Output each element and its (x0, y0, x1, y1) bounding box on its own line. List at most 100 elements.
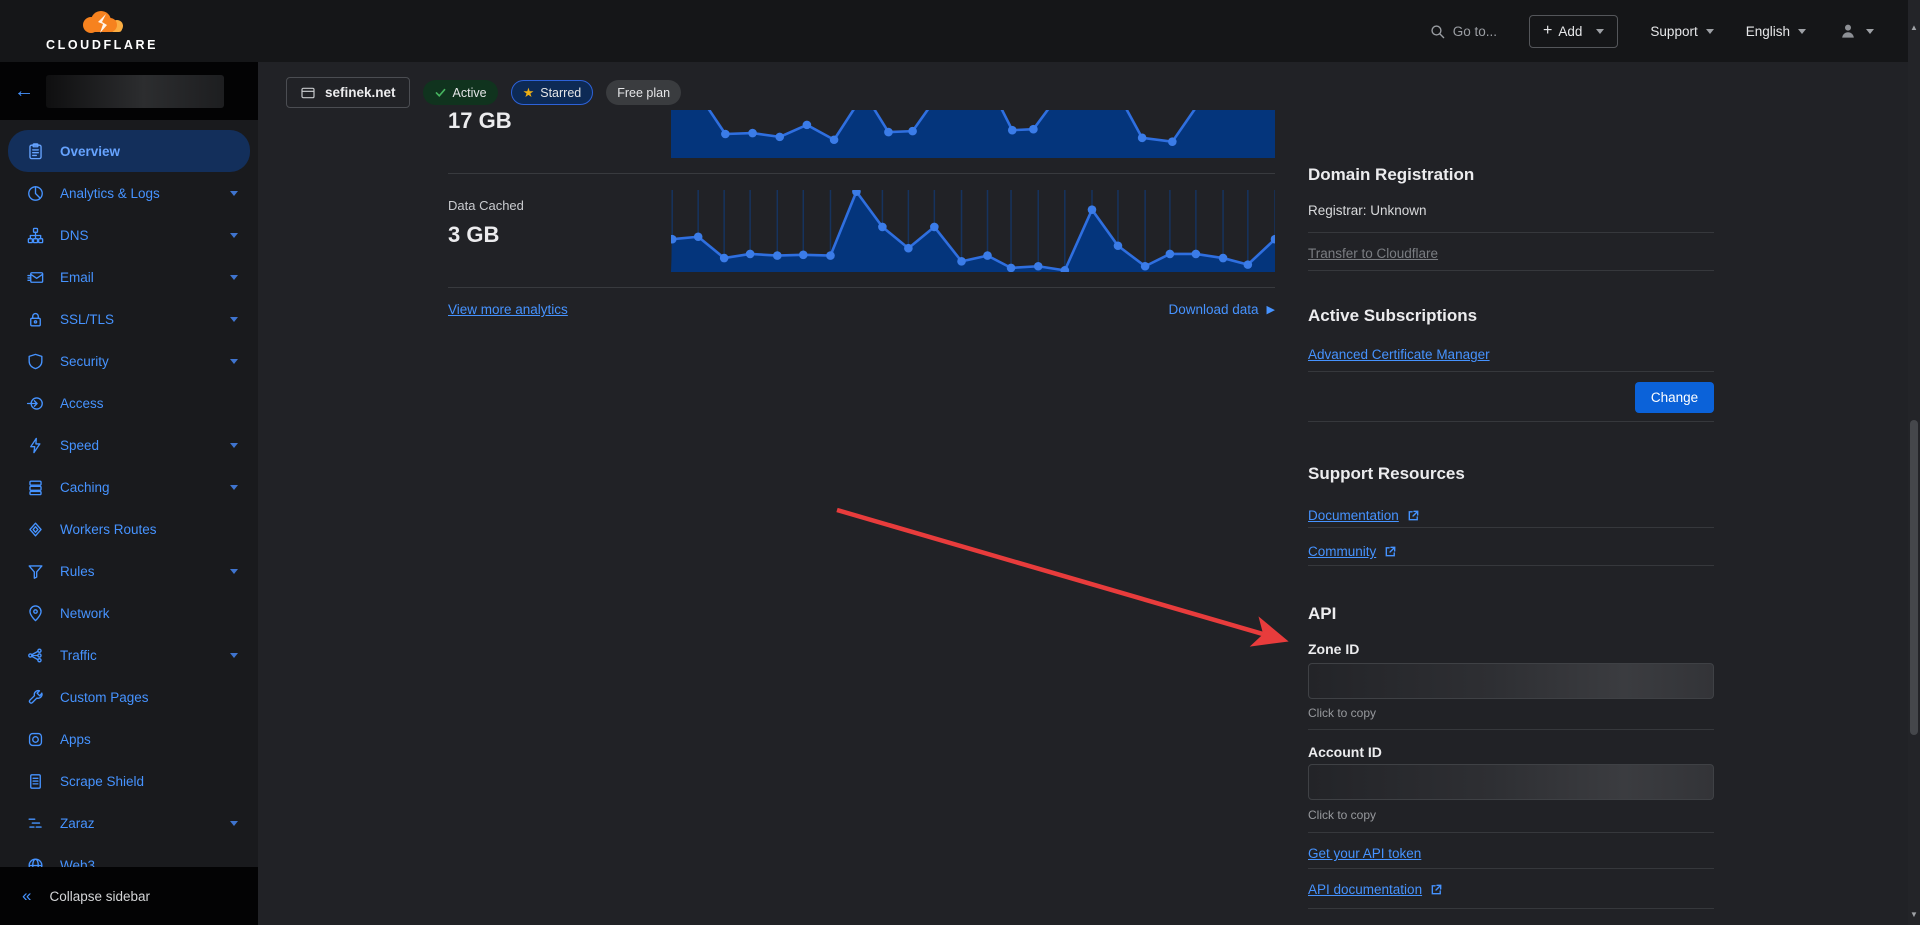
language-menu[interactable]: English (1746, 24, 1806, 39)
user-icon (1838, 21, 1858, 41)
download-data-link[interactable]: Download data ▶ (1168, 302, 1275, 317)
collapse-label: Collapse sidebar (49, 889, 150, 904)
chevron-down-icon (230, 653, 238, 658)
scroll-up-arrow[interactable]: ▲ (1908, 24, 1920, 32)
sidebar-item-access[interactable]: Access (0, 382, 258, 424)
sidebar-item-label: Zaraz (60, 816, 95, 831)
chevron-down-icon (1866, 29, 1874, 34)
apps-icon (26, 730, 45, 749)
sidebar-item-email[interactable]: Email (0, 256, 258, 298)
collapse-chevrons-icon: « (22, 886, 31, 906)
support-menu[interactable]: Support (1650, 24, 1713, 39)
zone-id-value-redacted[interactable] (1308, 663, 1714, 699)
chevron-down-icon (230, 821, 238, 826)
starred-badge[interactable]: ★ Starred (511, 80, 594, 105)
chevron-down-icon (1706, 29, 1714, 34)
sidebar-item-network[interactable]: Network (0, 592, 258, 634)
sidebar-item-analytics-logs[interactable]: Analytics & Logs (0, 172, 258, 214)
sidebar-item-label: Workers Routes (60, 522, 157, 537)
account-id-value-redacted[interactable] (1308, 764, 1714, 800)
main-content: sefinek.net Active ★ Starred Free plan 1… (258, 62, 1908, 925)
chevron-down-icon (230, 359, 238, 364)
sidebar-item-label: Apps (60, 732, 91, 747)
sidebar-item-workers-routes[interactable]: Workers Routes (0, 508, 258, 550)
sidebar-item-zaraz[interactable]: Zaraz (0, 802, 258, 844)
api-documentation-link[interactable]: API documentation (1308, 882, 1443, 897)
access-icon (26, 394, 45, 413)
sidebar-item-label: Security (60, 354, 109, 369)
sidebar-item-custom-pages[interactable]: Custom Pages (0, 676, 258, 718)
cloudflare-logo[interactable]: CLOUDFLARE (46, 10, 158, 52)
sidebar-item-overview[interactable]: Overview (8, 130, 250, 172)
change-button[interactable]: Change (1635, 382, 1714, 413)
goto-label: Go to... (1453, 24, 1497, 39)
right-panel: Domain Registration Registrar: Unknown T… (1308, 62, 1714, 925)
advanced-certificate-manager-link[interactable]: Advanced Certificate Manager (1308, 347, 1490, 362)
collapse-sidebar-button[interactable]: « Collapse sidebar (0, 867, 258, 925)
divider (1308, 527, 1714, 528)
sidebar-item-apps[interactable]: Apps (0, 718, 258, 760)
starred-badge-label: Starred (540, 86, 581, 100)
traffic-icon (26, 646, 45, 665)
click-to-copy-hint: Click to copy (1308, 808, 1376, 822)
play-icon: ▶ (1267, 303, 1275, 316)
brand-wordmark: CLOUDFLARE (46, 38, 158, 52)
external-link-icon (1407, 509, 1420, 522)
external-link-icon (1384, 545, 1397, 558)
sidebar-item-label: Email (60, 270, 94, 285)
sidebar-item-dns[interactable]: DNS (0, 214, 258, 256)
star-icon: ★ (523, 86, 535, 99)
sidebar-item-security[interactable]: Security (0, 340, 258, 382)
site-window-icon (300, 85, 316, 101)
sidebar-item-caching[interactable]: Caching (0, 466, 258, 508)
email-icon (26, 268, 45, 287)
check-icon (434, 86, 447, 99)
account-menu[interactable] (1838, 21, 1874, 41)
caching-icon (26, 478, 45, 497)
rules-icon (26, 562, 45, 581)
add-button[interactable]: + Add (1529, 15, 1618, 48)
sidebar-item-label: Traffic (60, 648, 97, 663)
view-more-analytics-link[interactable]: View more analytics (448, 302, 568, 317)
external-link-icon (1430, 883, 1443, 896)
security-icon (26, 352, 45, 371)
get-api-token-link[interactable]: Get your API token (1308, 846, 1421, 861)
sidebar-item-label: Scrape Shield (60, 774, 144, 789)
data-cached-chart (671, 190, 1275, 272)
sidebar-item-label: Network (60, 606, 110, 621)
scroll-down-arrow[interactable]: ▼ (1908, 911, 1920, 919)
status-badge-label: Active (453, 86, 487, 100)
community-link[interactable]: Community (1308, 544, 1397, 559)
back-arrow-icon[interactable]: ← (14, 81, 34, 101)
sidebar-item-speed[interactable]: Speed (0, 424, 258, 466)
divider (1308, 371, 1714, 372)
support-label: Support (1650, 24, 1697, 39)
stat-value-bandwidth: 17 GB (448, 112, 512, 139)
sidebar-item-rules[interactable]: Rules (0, 550, 258, 592)
transfer-to-cloudflare-link[interactable]: Transfer to Cloudflare (1308, 246, 1438, 261)
scrollbar-thumb[interactable] (1910, 420, 1918, 735)
chevron-down-icon (1798, 29, 1806, 34)
zone-domain: sefinek.net (325, 85, 396, 100)
custom-pages-icon (26, 688, 45, 707)
page-scrollbar[interactable]: ▲ ▼ (1908, 0, 1920, 925)
chevron-down-icon (1596, 29, 1604, 34)
sidebar-item-label: Speed (60, 438, 99, 453)
sidebar-item-scrape-shield[interactable]: Scrape Shield (0, 760, 258, 802)
sidebar-item-label: DNS (60, 228, 89, 243)
sidebar-item-label: Custom Pages (60, 690, 149, 705)
add-label: Add (1558, 24, 1582, 39)
section-title-domain-registration: Domain Registration (1308, 165, 1474, 185)
zone-id-label: Zone ID (1308, 641, 1359, 657)
documentation-link[interactable]: Documentation (1308, 508, 1420, 523)
divider (1308, 868, 1714, 869)
chevron-down-icon (230, 443, 238, 448)
sidebar-item-ssl-tls[interactable]: SSL/TLS (0, 298, 258, 340)
goto-search[interactable]: Go to... (1430, 24, 1497, 39)
zone-domain-badge[interactable]: sefinek.net (286, 77, 410, 108)
account-name-redacted[interactable] (46, 75, 224, 108)
plus-icon: + (1543, 22, 1552, 40)
sidebar-item-traffic[interactable]: Traffic (0, 634, 258, 676)
account-id-label: Account ID (1308, 744, 1382, 760)
zone-header: sefinek.net Active ★ Starred Free plan (286, 77, 681, 108)
